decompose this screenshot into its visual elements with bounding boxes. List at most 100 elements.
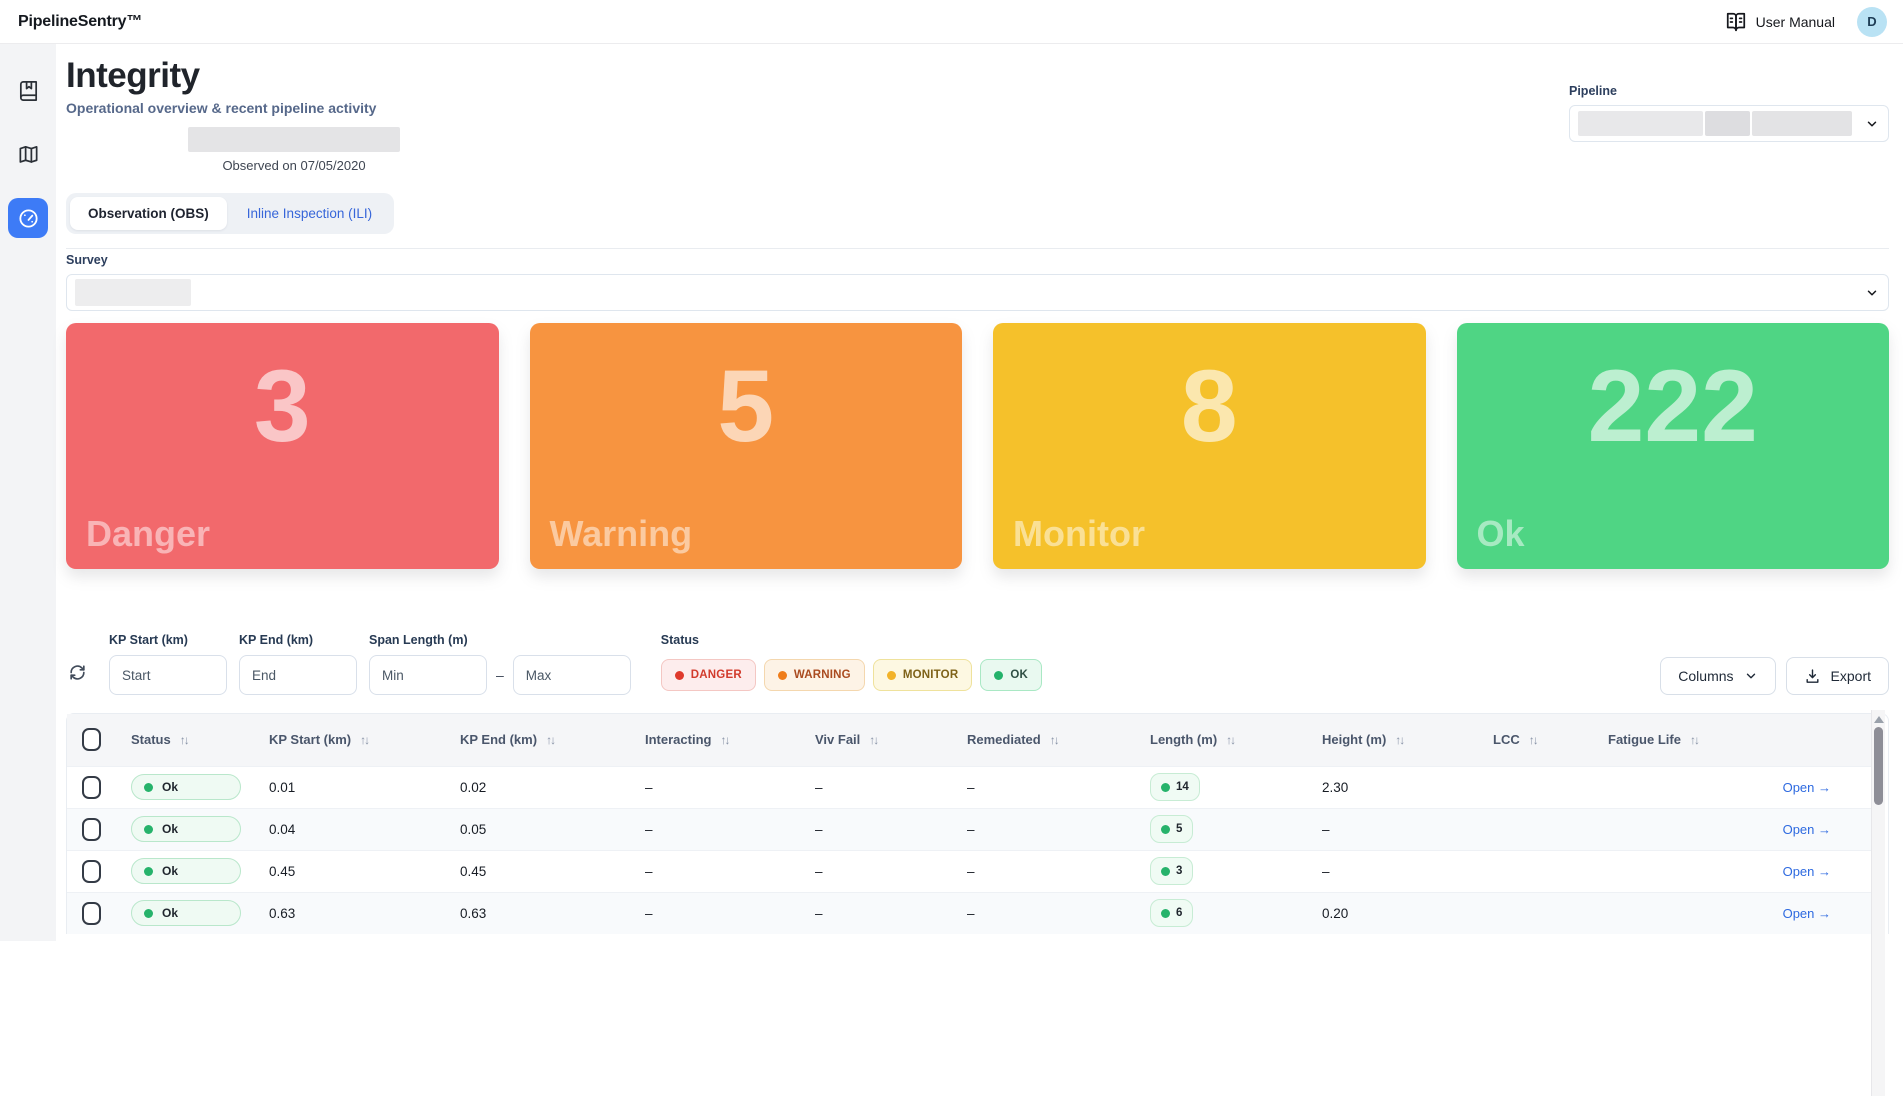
sort-icon[interactable]: ↑↓ bbox=[180, 733, 188, 747]
status-badge: Ok bbox=[131, 816, 241, 842]
status-chip-monitor[interactable]: MONITOR bbox=[873, 659, 973, 691]
stat-card-danger[interactable]: 3 Danger bbox=[66, 323, 499, 569]
status-badge: Ok bbox=[131, 858, 241, 884]
tab-observation[interactable]: Observation (OBS) bbox=[70, 197, 227, 230]
column-header-kp-end: KP End (km) bbox=[460, 732, 537, 747]
length-dot-icon bbox=[1161, 783, 1170, 792]
cell-lcc bbox=[1477, 766, 1592, 808]
open-row-link[interactable]: Open → bbox=[1783, 780, 1831, 795]
table-header-row: Status↑↓ KP Start (km)↑↓ KP End (km)↑↓ I… bbox=[67, 714, 1871, 766]
sort-icon[interactable]: ↑↓ bbox=[1529, 733, 1537, 747]
sidebar bbox=[0, 44, 56, 941]
span-min-input[interactable] bbox=[369, 655, 487, 695]
stat-value: 3 bbox=[66, 323, 499, 457]
status-filter-label: Status bbox=[661, 633, 1042, 647]
cell-kp-start: 0.63 bbox=[253, 892, 444, 934]
length-dot-icon bbox=[1161, 867, 1170, 876]
redacted-value bbox=[1752, 111, 1852, 136]
kp-end-input[interactable] bbox=[239, 655, 357, 695]
status-chip-danger[interactable]: DANGER bbox=[661, 659, 756, 691]
open-row-link[interactable]: Open → bbox=[1783, 906, 1831, 921]
chevron-down-icon bbox=[1865, 286, 1879, 300]
sort-icon[interactable]: ↑↓ bbox=[869, 733, 877, 747]
observed-date-redacted[interactable] bbox=[188, 127, 400, 152]
sort-icon[interactable]: ↑↓ bbox=[1226, 733, 1234, 747]
sort-icon[interactable]: ↑↓ bbox=[720, 733, 728, 747]
cell-kp-end: 0.63 bbox=[444, 892, 629, 934]
chip-label: DANGER bbox=[691, 669, 742, 681]
sidebar-item-library[interactable] bbox=[8, 70, 48, 110]
length-badge: 5 bbox=[1150, 815, 1193, 843]
sort-icon[interactable]: ↑↓ bbox=[546, 733, 554, 747]
row-checkbox[interactable] bbox=[82, 902, 101, 925]
scroll-up-arrow-icon[interactable] bbox=[1874, 716, 1884, 723]
chevron-down-icon bbox=[1744, 669, 1758, 683]
cell-kp-end: 0.02 bbox=[444, 766, 629, 808]
stat-value: 222 bbox=[1457, 323, 1890, 457]
redacted-value bbox=[1578, 111, 1703, 136]
avatar[interactable]: D bbox=[1857, 7, 1887, 37]
kp-end-label: KP End (km) bbox=[239, 633, 357, 647]
cell-remediated: – bbox=[951, 808, 1134, 850]
cell-fatigue-life bbox=[1592, 808, 1748, 850]
span-max-input[interactable] bbox=[513, 655, 631, 695]
sort-icon[interactable]: ↑↓ bbox=[1050, 733, 1058, 747]
vertical-scrollbar[interactable] bbox=[1871, 710, 1885, 1096]
stat-label: Ok bbox=[1477, 513, 1525, 555]
sidebar-item-map[interactable] bbox=[8, 134, 48, 174]
chip-label: WARNING bbox=[794, 669, 851, 681]
stat-label: Warning bbox=[550, 513, 693, 555]
select-all-checkbox[interactable] bbox=[82, 728, 101, 751]
cell-lcc bbox=[1477, 892, 1592, 934]
cell-kp-start: 0.01 bbox=[253, 766, 444, 808]
refresh-button[interactable] bbox=[68, 663, 87, 685]
open-row-link[interactable]: Open → bbox=[1783, 822, 1831, 837]
warning-dot-icon bbox=[778, 671, 787, 680]
divider bbox=[66, 248, 1889, 249]
pipeline-select[interactable] bbox=[1569, 105, 1889, 142]
stat-label: Danger bbox=[86, 513, 210, 555]
user-manual-link[interactable]: User Manual bbox=[1725, 11, 1835, 33]
cell-interacting: – bbox=[629, 892, 799, 934]
status-dot-icon bbox=[144, 783, 153, 792]
stat-card-warning[interactable]: 5 Warning bbox=[530, 323, 963, 569]
tab-inline-inspection[interactable]: Inline Inspection (ILI) bbox=[229, 197, 390, 230]
sort-icon[interactable]: ↑↓ bbox=[360, 733, 368, 747]
kp-start-input[interactable] bbox=[109, 655, 227, 695]
status-badge: Ok bbox=[131, 900, 241, 926]
row-checkbox[interactable] bbox=[82, 776, 101, 799]
status-dot-icon bbox=[144, 867, 153, 876]
open-row-link[interactable]: Open → bbox=[1783, 864, 1831, 879]
export-button-label: Export bbox=[1831, 668, 1871, 684]
table-row: Ok 0.63 0.63 – – – 6 0.20 Open → bbox=[67, 892, 1871, 934]
map-icon bbox=[17, 143, 40, 166]
sort-icon[interactable]: ↑↓ bbox=[1690, 733, 1698, 747]
survey-select[interactable] bbox=[66, 274, 1889, 311]
monitor-dot-icon bbox=[887, 671, 896, 680]
row-checkbox[interactable] bbox=[82, 860, 101, 883]
cell-viv-fail: – bbox=[799, 808, 951, 850]
export-button[interactable]: Export bbox=[1786, 657, 1889, 695]
cell-interacting: – bbox=[629, 766, 799, 808]
row-checkbox[interactable] bbox=[82, 818, 101, 841]
cell-lcc bbox=[1477, 850, 1592, 892]
stat-card-ok[interactable]: 222 Ok bbox=[1457, 323, 1890, 569]
scrollbar-thumb[interactable] bbox=[1874, 727, 1883, 805]
status-chip-warning[interactable]: WARNING bbox=[764, 659, 865, 691]
column-header-viv-fail: Viv Fail bbox=[815, 732, 860, 747]
cell-kp-start: 0.45 bbox=[253, 850, 444, 892]
column-header-lcc: LCC bbox=[1493, 732, 1520, 747]
sort-icon[interactable]: ↑↓ bbox=[1395, 733, 1403, 747]
user-manual-label: User Manual bbox=[1756, 14, 1835, 30]
redacted-value bbox=[75, 279, 191, 306]
status-chip-ok[interactable]: OK bbox=[980, 659, 1042, 691]
stat-card-monitor[interactable]: 8 Monitor bbox=[993, 323, 1426, 569]
cell-remediated: – bbox=[951, 850, 1134, 892]
cell-remediated: – bbox=[951, 892, 1134, 934]
columns-button[interactable]: Columns bbox=[1660, 657, 1775, 695]
page-subtitle: Operational overview & recent pipeline a… bbox=[66, 100, 400, 116]
observed-on-label: Observed on 07/05/2020 bbox=[188, 158, 400, 173]
stat-value: 8 bbox=[993, 323, 1426, 457]
sidebar-item-dashboard[interactable] bbox=[8, 198, 48, 238]
cell-fatigue-life bbox=[1592, 850, 1748, 892]
